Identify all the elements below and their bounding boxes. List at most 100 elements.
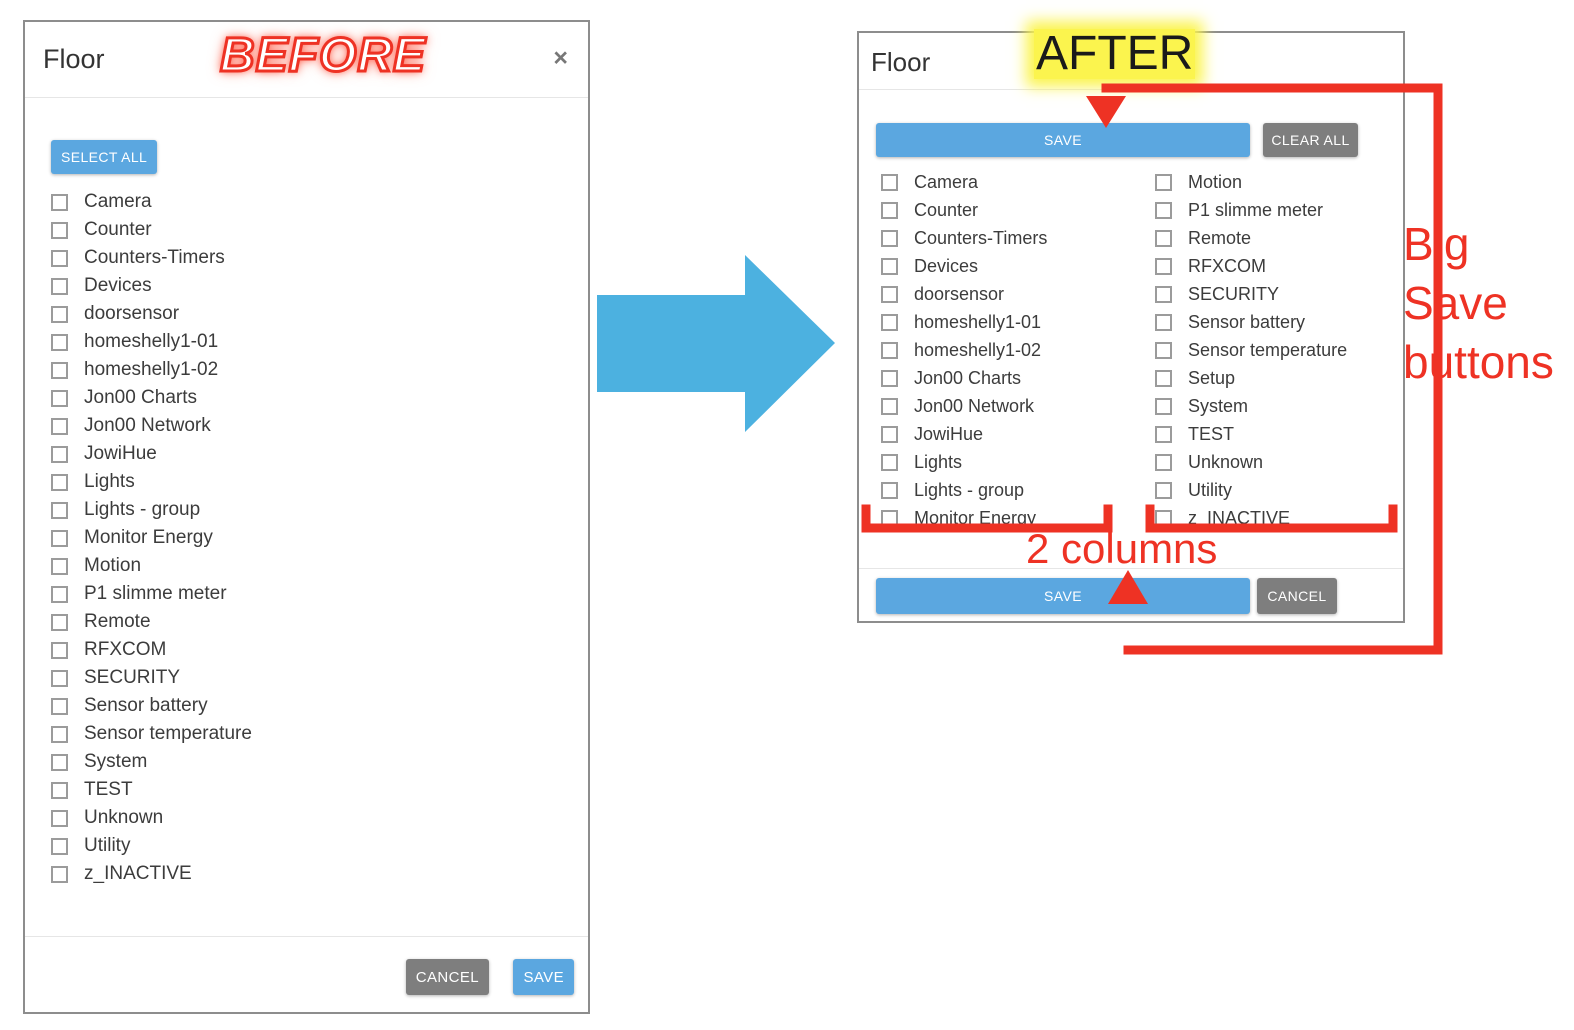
- checkbox-icon[interactable]: [51, 753, 68, 771]
- checkbox-icon[interactable]: [881, 285, 898, 303]
- checkbox-row[interactable]: Setup: [1155, 364, 1403, 392]
- checkbox-row[interactable]: Jon00 Charts: [51, 384, 580, 412]
- checkbox-row[interactable]: JowiHue: [51, 440, 580, 468]
- checkbox-row[interactable]: Monitor Energy: [51, 524, 580, 552]
- checkbox-icon[interactable]: [881, 313, 898, 331]
- checkbox-icon[interactable]: [881, 229, 898, 247]
- checkbox-row[interactable]: System: [1155, 392, 1403, 420]
- checkbox-icon[interactable]: [1155, 397, 1172, 415]
- checkbox-row[interactable]: JowiHue: [881, 420, 1131, 448]
- checkbox-icon[interactable]: [1155, 285, 1172, 303]
- checkbox-icon[interactable]: [51, 865, 68, 883]
- checkbox-row[interactable]: Jon00 Charts: [881, 364, 1131, 392]
- checkbox-row[interactable]: Utility: [51, 832, 580, 860]
- save-bottom-button[interactable]: SAVE: [876, 578, 1250, 614]
- after-cancel-button[interactable]: CANCEL: [1257, 578, 1337, 614]
- checkbox-icon[interactable]: [51, 585, 68, 603]
- checkbox-row[interactable]: homeshelly1-02: [881, 336, 1131, 364]
- checkbox-row[interactable]: Lights: [51, 468, 580, 496]
- checkbox-row[interactable]: Sensor battery: [1155, 308, 1403, 336]
- checkbox-icon[interactable]: [881, 341, 898, 359]
- checkbox-icon[interactable]: [1155, 509, 1172, 527]
- checkbox-icon[interactable]: [881, 257, 898, 275]
- checkbox-icon[interactable]: [51, 445, 68, 463]
- checkbox-icon[interactable]: [51, 305, 68, 323]
- checkbox-row[interactable]: Utility: [1155, 476, 1403, 504]
- checkbox-icon[interactable]: [51, 641, 68, 659]
- checkbox-row[interactable]: Motion: [51, 552, 580, 580]
- checkbox-row[interactable]: Camera: [881, 168, 1131, 196]
- checkbox-row[interactable]: Lights - group: [51, 496, 580, 524]
- checkbox-icon[interactable]: [1155, 369, 1172, 387]
- checkbox-icon[interactable]: [1155, 173, 1172, 191]
- checkbox-icon[interactable]: [51, 557, 68, 575]
- checkbox-row[interactable]: Jon00 Network: [881, 392, 1131, 420]
- checkbox-icon[interactable]: [1155, 229, 1172, 247]
- checkbox-row[interactable]: z_INACTIVE: [51, 860, 580, 888]
- save-button[interactable]: SAVE: [513, 959, 574, 995]
- checkbox-icon[interactable]: [51, 501, 68, 519]
- checkbox-row[interactable]: Monitor Energy: [881, 504, 1131, 532]
- clear-all-button[interactable]: CLEAR ALL: [1263, 123, 1358, 157]
- checkbox-row[interactable]: Unknown: [1155, 448, 1403, 476]
- select-all-button[interactable]: SELECT ALL: [51, 140, 158, 174]
- checkbox-row[interactable]: homeshelly1-01: [881, 308, 1131, 336]
- checkbox-icon[interactable]: [51, 417, 68, 435]
- checkbox-row[interactable]: Motion: [1155, 168, 1403, 196]
- checkbox-icon[interactable]: [1155, 453, 1172, 471]
- save-top-button[interactable]: SAVE: [876, 123, 1250, 157]
- checkbox-icon[interactable]: [1155, 201, 1172, 219]
- checkbox-row[interactable]: Sensor battery: [51, 692, 580, 720]
- checkbox-row[interactable]: Unknown: [51, 804, 580, 832]
- checkbox-row[interactable]: Counters-Timers: [881, 224, 1131, 252]
- checkbox-icon[interactable]: [881, 201, 898, 219]
- checkbox-icon[interactable]: [51, 725, 68, 743]
- checkbox-icon[interactable]: [51, 473, 68, 491]
- checkbox-row[interactable]: Counter: [51, 216, 580, 244]
- checkbox-icon[interactable]: [881, 481, 898, 499]
- checkbox-row[interactable]: Counters-Timers: [51, 244, 580, 272]
- checkbox-icon[interactable]: [51, 277, 68, 295]
- checkbox-icon[interactable]: [51, 193, 68, 211]
- checkbox-icon[interactable]: [51, 389, 68, 407]
- checkbox-icon[interactable]: [881, 509, 898, 527]
- checkbox-icon[interactable]: [881, 369, 898, 387]
- checkbox-row[interactable]: TEST: [51, 776, 580, 804]
- checkbox-row[interactable]: System: [51, 748, 580, 776]
- checkbox-row[interactable]: RFXCOM: [1155, 252, 1403, 280]
- checkbox-icon[interactable]: [51, 361, 68, 379]
- checkbox-icon[interactable]: [881, 425, 898, 443]
- checkbox-icon[interactable]: [1155, 257, 1172, 275]
- checkbox-row[interactable]: homeshelly1-02: [51, 356, 580, 384]
- checkbox-icon[interactable]: [1155, 425, 1172, 443]
- checkbox-icon[interactable]: [51, 221, 68, 239]
- cancel-button[interactable]: CANCEL: [405, 959, 489, 995]
- close-icon[interactable]: ×: [553, 46, 568, 71]
- checkbox-row[interactable]: Lights - group: [881, 476, 1131, 504]
- checkbox-row[interactable]: Camera: [51, 188, 580, 216]
- checkbox-row[interactable]: Devices: [51, 272, 580, 300]
- checkbox-row[interactable]: z_INACTIVE: [1155, 504, 1403, 532]
- checkbox-icon[interactable]: [51, 669, 68, 687]
- checkbox-row[interactable]: RFXCOM: [51, 636, 580, 664]
- checkbox-icon[interactable]: [1155, 481, 1172, 499]
- checkbox-icon[interactable]: [51, 697, 68, 715]
- checkbox-row[interactable]: P1 slimme meter: [1155, 196, 1403, 224]
- checkbox-row[interactable]: doorsensor: [51, 300, 580, 328]
- checkbox-row[interactable]: homeshelly1-01: [51, 328, 580, 356]
- checkbox-row[interactable]: SECURITY: [1155, 280, 1403, 308]
- checkbox-row[interactable]: Remote: [51, 608, 580, 636]
- checkbox-icon[interactable]: [51, 809, 68, 827]
- checkbox-icon[interactable]: [1155, 313, 1172, 331]
- checkbox-row[interactable]: P1 slimme meter: [51, 580, 580, 608]
- checkbox-row[interactable]: SECURITY: [51, 664, 580, 692]
- checkbox-icon[interactable]: [51, 613, 68, 631]
- checkbox-row[interactable]: Devices: [881, 252, 1131, 280]
- checkbox-icon[interactable]: [881, 173, 898, 191]
- checkbox-row[interactable]: Jon00 Network: [51, 412, 580, 440]
- checkbox-row[interactable]: Remote: [1155, 224, 1403, 252]
- checkbox-icon[interactable]: [881, 397, 898, 415]
- checkbox-icon[interactable]: [881, 453, 898, 471]
- checkbox-row[interactable]: Sensor temperature: [51, 720, 580, 748]
- checkbox-icon[interactable]: [1155, 341, 1172, 359]
